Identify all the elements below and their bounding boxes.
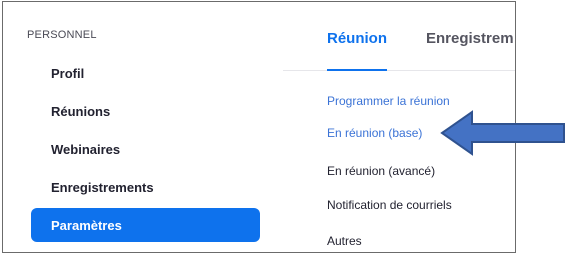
link-other[interactable]: Autres xyxy=(327,234,362,248)
tab-meeting[interactable]: Réunion xyxy=(327,30,387,47)
link-schedule-meeting[interactable]: Programmer la réunion xyxy=(327,94,450,108)
sidebar-item-webinars[interactable]: Webinaires xyxy=(31,132,260,166)
sidebar-section-personal: PERSONNEL xyxy=(27,29,97,41)
active-tab-indicator xyxy=(327,69,387,71)
left-arrow-icon xyxy=(440,110,565,156)
sidebar: PERSONNEL Profil Réunions Webinaires Enr… xyxy=(3,2,283,252)
tab-recording[interactable]: Enregistrem xyxy=(426,30,514,47)
sidebar-item-meetings[interactable]: Réunions xyxy=(31,94,260,128)
tabs-divider xyxy=(283,70,515,71)
sidebar-item-settings[interactable]: Paramètres xyxy=(31,208,260,242)
link-email-notification[interactable]: Notification de courriels xyxy=(327,198,452,212)
link-in-meeting-advanced[interactable]: En réunion (avancé) xyxy=(327,164,435,178)
link-in-meeting-basic[interactable]: En réunion (base) xyxy=(327,126,422,140)
sidebar-item-recordings[interactable]: Enregistrements xyxy=(31,170,260,204)
sidebar-item-profile[interactable]: Profil xyxy=(31,56,260,90)
